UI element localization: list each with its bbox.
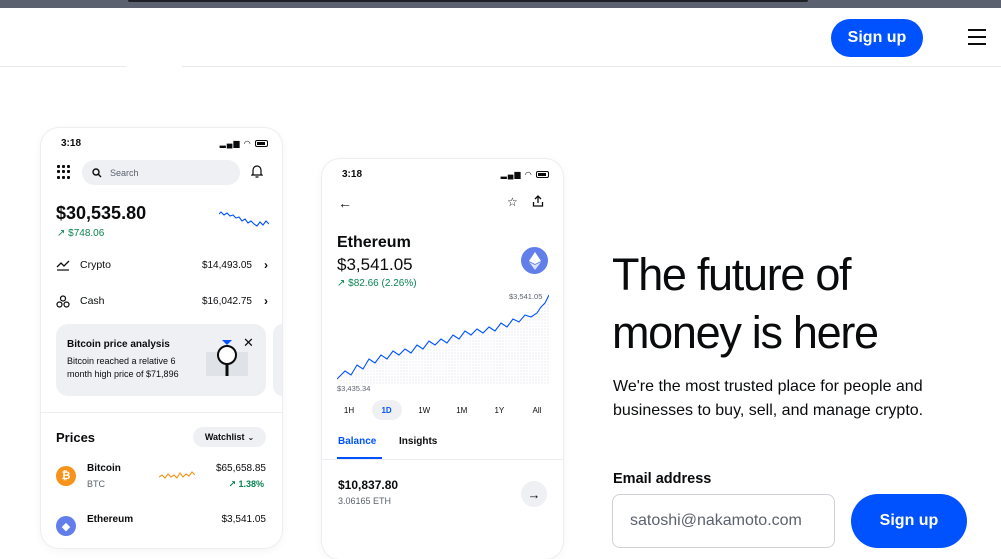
arrow-right-icon[interactable]: → (521, 481, 547, 507)
next-card-peek (273, 324, 282, 396)
asset-price: $3,541.05 (337, 255, 413, 274)
search-icon (92, 167, 102, 177)
email-field[interactable] (612, 494, 835, 548)
asset-price: $65,658.85 (215, 463, 266, 474)
ethereum-icon: ◆ (56, 516, 76, 536)
tab-insights[interactable]: Insights (399, 436, 437, 447)
asset-row-crypto[interactable]: Crypto $14,493.05 › (56, 255, 268, 275)
range-tab-1m[interactable]: 1M (447, 400, 477, 420)
phone-mockup-portfolio: 3:18 ▂▄▆ ◠ Search $30,535.80 ↗ $748.06 C… (41, 128, 282, 548)
hamburger-menu-icon[interactable] (968, 28, 988, 46)
header-notch (126, 66, 182, 69)
chevron-down-icon: ⌄ (247, 432, 255, 442)
search-input[interactable]: Search (82, 160, 240, 185)
star-icon[interactable]: ☆ (507, 195, 518, 209)
holding-amount: 3.06165 ETH (338, 496, 392, 506)
site-header: Sign up (0, 8, 1001, 69)
status-time: 3:18 (342, 169, 363, 180)
header-signup-button[interactable]: Sign up (831, 19, 923, 57)
price-line-chart (337, 294, 549, 385)
chevron-right-icon: › (264, 294, 268, 308)
hero-title-line-1: The future of (612, 249, 852, 300)
close-icon[interactable]: ✕ (243, 335, 254, 351)
section-divider (41, 412, 282, 413)
bell-icon[interactable] (251, 165, 263, 178)
card-body: Bitcoin reached a relative 6 month high … (67, 356, 179, 379)
asset-change: ↗ $82.66 (2.26%) (337, 278, 417, 289)
hero-signup-button[interactable]: Sign up (851, 494, 967, 548)
holding-value: $10,837.80 (338, 478, 399, 492)
ethereum-logo-icon (521, 247, 548, 274)
time-range-tabs: 1H 1D 1W 1M 1Y All (334, 400, 552, 420)
status-time: 3:18 (61, 138, 82, 149)
watchlist-dropdown[interactable]: Watchlist ⌄ (193, 427, 266, 447)
back-arrow-icon[interactable]: ← (338, 195, 352, 211)
asset-row-cash[interactable]: Cash $16,042.75 › (56, 291, 268, 311)
coins-icon (56, 294, 70, 308)
hero-title-line-2: money is here (612, 307, 879, 358)
range-tab-1h[interactable]: 1H (334, 400, 364, 420)
asset-change: ↗ 1.38% (228, 479, 264, 489)
signal-wifi-battery-icon: ▂▄▆ ◠ (220, 139, 268, 148)
hero-title: The future of money is here (612, 246, 972, 362)
row-label: Cash (80, 295, 105, 307)
browser-top-strip (0, 0, 1001, 8)
tab-balance[interactable]: Balance (338, 436, 376, 447)
chart-low-label: $3,435.34 (337, 384, 371, 393)
email-label: Email address (613, 471, 712, 487)
top-bar-shade (128, 0, 808, 2)
apps-grid-icon[interactable] (57, 165, 71, 179)
search-placeholder: Search (110, 167, 139, 178)
card-title: Bitcoin price analysis (67, 339, 170, 350)
range-tab-all[interactable]: All (522, 400, 552, 420)
portfolio-balance: $30,535.80 (56, 203, 147, 223)
prices-heading: Prices (56, 430, 96, 445)
asset-symbol: BTC (87, 479, 105, 489)
balance-change: ↗ $748.06 (57, 228, 105, 239)
hero-subtitle: We're the most trusted place for people … (613, 378, 924, 419)
status-bar: 3:18 ▂▄▆ ◠ (322, 159, 563, 189)
bitcoin-icon: ₿ (56, 466, 76, 486)
row-value: $16,042.75 (201, 295, 252, 307)
range-tab-1d[interactable]: 1D (371, 400, 402, 420)
asset-name: Bitcoin (87, 463, 121, 474)
asset-title: Ethereum (337, 234, 411, 251)
row-value: $14,493.05 (201, 259, 252, 271)
range-tab-1w[interactable]: 1W (409, 400, 439, 420)
asset-price: $3,541.05 (221, 514, 267, 525)
status-bar: 3:18 ▂▄▆ ◠ (41, 128, 282, 158)
chart-line-icon (56, 260, 70, 271)
asset-name: Ethereum (87, 514, 134, 525)
bitcoin-sparkline (159, 471, 195, 479)
range-tab-1y[interactable]: 1Y (484, 400, 514, 420)
insight-card[interactable]: Bitcoin price analysis Bitcoin reached a… (56, 324, 266, 396)
share-icon[interactable] (532, 195, 544, 207)
watchlist-label: Watchlist (204, 432, 245, 442)
chevron-right-icon: › (264, 258, 268, 272)
row-label: Crypto (80, 259, 111, 271)
tabs-divider (322, 459, 563, 460)
phone-mockup-ethereum: 3:18 ▂▄▆ ◠ ← ☆ Ethereum $3,541.05 ↗ $82.… (322, 159, 563, 559)
signal-wifi-battery-icon: ▂▄▆ ◠ (501, 170, 549, 179)
balance-sparkline (219, 211, 269, 227)
